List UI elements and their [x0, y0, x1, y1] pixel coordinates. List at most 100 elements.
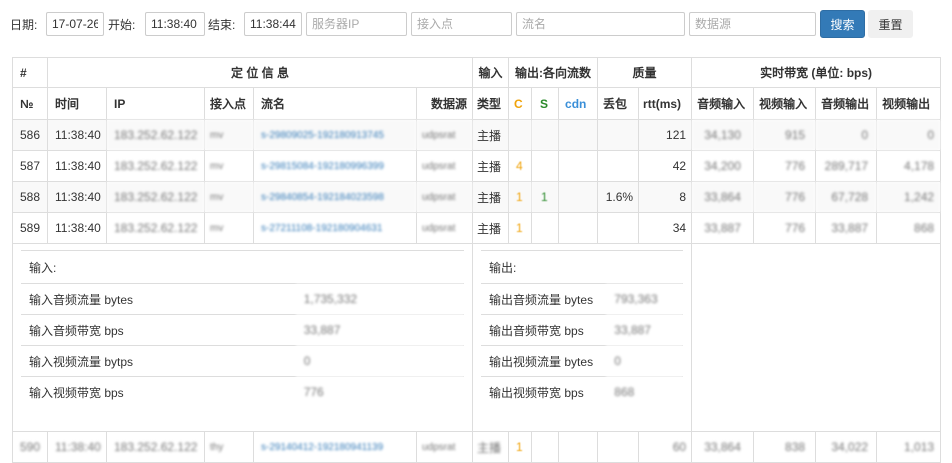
detail-value: 33,887 — [295, 314, 465, 346]
bandwidth-header: 实时带宽 (单位: bps) — [691, 57, 942, 88]
detail-item: 输入音频流量 bytes 1,735,332 — [21, 283, 465, 315]
row-stream-link[interactable]: s-27211108-192180904631 — [253, 212, 417, 244]
detail-title: 输出: — [481, 250, 684, 284]
access-point-input[interactable] — [411, 12, 512, 36]
row-audio-in: 34,130 — [691, 119, 755, 151]
input-detail-table: 输入: 输入音频流量 bytes 1,735,332 输入音频带宽 bps 33,887… — [21, 250, 465, 408]
row-loss — [597, 212, 640, 244]
row-no: 588 — [12, 181, 48, 213]
table-row[interactable]: 586 11:38:40 183.252.62.122 mv s-29809025-19… — [12, 119, 942, 151]
row-rtt: 8 — [638, 181, 693, 213]
row-time: 11:38:40 — [47, 212, 107, 244]
row-type: 主播 — [472, 181, 510, 213]
row-video-out: 4,178 — [876, 150, 942, 182]
output-detail-panel: 输出: 输出音频流量 bytes 793,363 输出音频带宽 bps 33,887 输出… — [472, 243, 693, 432]
col-loss: 丢包 — [597, 87, 640, 120]
start-time-input[interactable] — [145, 12, 205, 36]
col-c: C — [508, 87, 533, 120]
row-source: udpsrat — [415, 150, 474, 182]
col-audio-in: 音频输入 — [691, 87, 755, 120]
col-ip: IP — [106, 87, 205, 120]
detail-row: 输入: 输入音频流量 bytes 1,735,332 输入音频带宽 bps 33,887… — [11, 243, 942, 432]
detail-value: 1,735,332 — [295, 283, 465, 315]
row-audio-out: 33,887 — [815, 212, 878, 244]
row-source: udpsrat — [415, 119, 474, 151]
row-type: 主播 — [472, 119, 510, 151]
col-type: 类型 — [472, 87, 510, 120]
row-stream-link[interactable]: s-29140412-192180941139 — [253, 431, 417, 463]
row-c-count: 1 — [508, 431, 533, 463]
row-audio-out: 34,022 — [815, 431, 878, 463]
row-source: udpsrat — [415, 431, 474, 463]
start-label: 开始: — [108, 18, 136, 32]
row-s-count: 1 — [531, 181, 560, 213]
data-source-input[interactable] — [689, 12, 816, 36]
row-audio-out: 0 — [815, 119, 878, 151]
reset-button[interactable]: 重置 — [868, 10, 913, 38]
row-rtt: 42 — [638, 150, 693, 182]
row-time: 11:38:40 — [47, 150, 107, 182]
row-audio-in: 33,887 — [691, 212, 755, 244]
detail-key: 输入视频带宽 bps — [21, 376, 296, 408]
col-time: 时间 — [47, 87, 107, 120]
end-time-input[interactable] — [244, 12, 302, 36]
col-rtt: rtt(ms) — [638, 87, 693, 120]
detail-value: 776 — [295, 376, 465, 408]
row-rtt: 60 — [638, 431, 693, 463]
server-ip-input[interactable] — [306, 12, 407, 36]
row-stream-link[interactable]: s-29840854-192184023598 — [253, 181, 417, 213]
table-row[interactable]: 587 11:38:40 183.252.62.122 mv s-29815084-19… — [12, 150, 942, 182]
row-video-in: 838 — [753, 431, 817, 463]
output-detail-table: 输出: 输出音频流量 bytes 793,363 输出音频带宽 bps 33,887 输出… — [481, 250, 684, 408]
row-ip: 183.252.62.122 — [106, 181, 205, 213]
col-video-in: 视频输入 — [753, 87, 817, 120]
stream-name-input[interactable] — [516, 12, 685, 36]
row-video-out: 868 — [876, 212, 942, 244]
row-source: udpsrat — [415, 181, 474, 213]
row-access-point: mv — [204, 181, 254, 213]
row-video-out: 0 — [876, 119, 942, 151]
detail-item: 输入音频带宽 bps 33,887 — [21, 314, 465, 346]
row-source: udpsrat — [415, 212, 474, 244]
col-no: № — [12, 87, 48, 120]
detail-item: 输出视频带宽 bps 868 — [481, 376, 684, 408]
row-stream-link[interactable]: s-29809025-192180913745 — [253, 119, 417, 151]
row-video-in: 776 — [753, 212, 817, 244]
end-label: 结束: — [208, 18, 236, 32]
col-s: S — [531, 87, 560, 120]
row-no: 589 — [12, 212, 48, 244]
date-label: 日期: — [10, 18, 38, 32]
search-button[interactable]: 搜索 — [820, 10, 865, 38]
table-row[interactable]: 590 11:38:40 183.252.62.122 thy s-29140412-1… — [12, 431, 942, 463]
row-video-in: 776 — [753, 181, 817, 213]
row-rtt: 121 — [638, 119, 693, 151]
detail-empty — [691, 243, 942, 432]
date-input[interactable] — [46, 12, 104, 36]
detail-item: 输出音频流量 bytes 793,363 — [481, 283, 684, 315]
row-s-count — [531, 119, 560, 151]
row-audio-out: 289,717 — [815, 150, 878, 182]
table-row[interactable]: 589 11:38:40 183.252.62.122 mv s-27211108-19… — [12, 212, 942, 244]
row-cdn-count — [558, 119, 599, 151]
input-header: 输入 — [472, 57, 510, 88]
detail-key: 输出视频带宽 bps — [481, 376, 607, 408]
input-detail-panel: 输入: 输入音频流量 bytes 1,735,332 输入音频带宽 bps 33,887… — [11, 243, 474, 432]
row-time: 11:38:40 — [47, 119, 107, 151]
stream-table: # 定 位 信 息 输入 输出:各向流数 质量 实时带宽 (单位: bps) №… — [11, 57, 942, 463]
hash-header: # — [12, 57, 48, 88]
row-cdn-count — [558, 212, 599, 244]
row-ip: 183.252.62.122 — [106, 119, 205, 151]
row-access-point: mv — [204, 150, 254, 182]
filter-bar: 日期: 开始: 结束: 搜索 重置 — [0, 10, 952, 38]
detail-key: 输入视频流量 bytps — [21, 345, 296, 377]
row-s-count — [531, 150, 560, 182]
row-s-count — [531, 431, 560, 463]
row-access-point: mv — [204, 212, 254, 244]
row-stream-link[interactable]: s-29815084-192180996399 — [253, 150, 417, 182]
col-cdn: cdn — [558, 87, 599, 120]
row-loss — [597, 119, 640, 151]
table-row[interactable]: 588 11:38:40 183.252.62.122 mv s-29840854-19… — [12, 181, 942, 213]
detail-key: 输出音频带宽 bps — [481, 314, 607, 346]
row-access-point: thy — [204, 431, 254, 463]
row-cdn-count — [558, 181, 599, 213]
